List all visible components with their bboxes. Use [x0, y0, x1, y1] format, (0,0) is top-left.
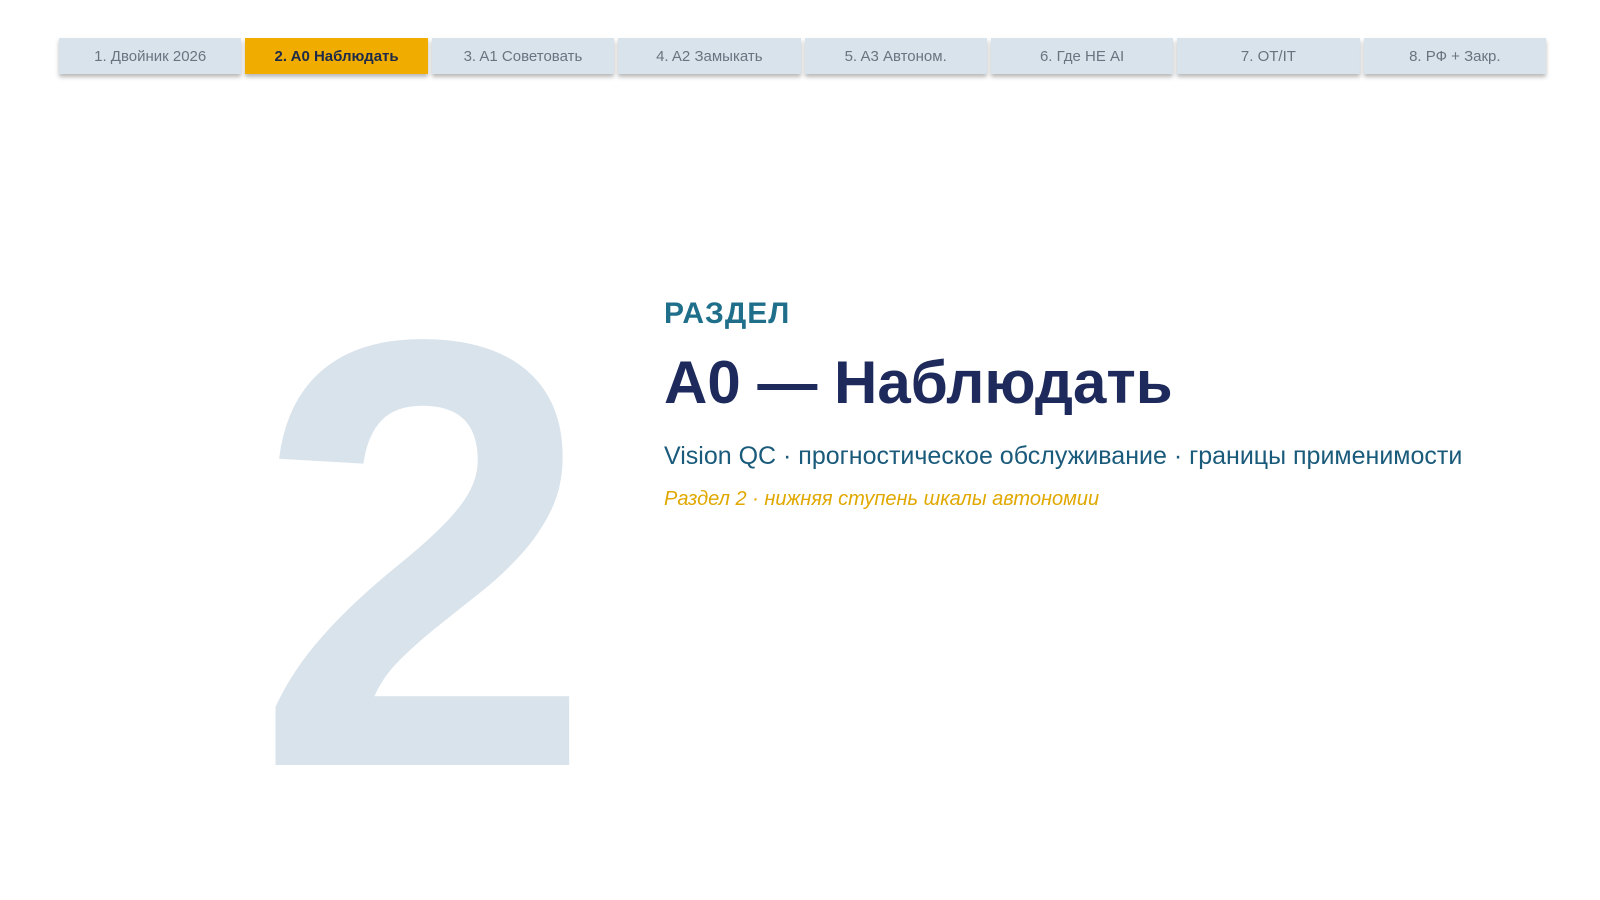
- section-tab-bar: 1. Двойник 2026 2. A0 Наблюдать 3. A1 Со…: [59, 38, 1546, 74]
- section-header: РАЗДЕЛ A0 — Наблюдать Vision QC · прогно…: [664, 296, 1564, 512]
- tab-section-6[interactable]: 6. Где НЕ AI: [990, 38, 1174, 74]
- section-number: 2: [254, 214, 594, 895]
- tab-section-5[interactable]: 5. A3 Автоном.: [804, 38, 987, 74]
- tab-section-2[interactable]: 2. A0 Наблюдать: [245, 38, 428, 74]
- tab-section-3[interactable]: 3. A1 Советовать: [431, 38, 615, 74]
- slide: 1. Двойник 2026 2. A0 Наблюдать 3. A1 Со…: [0, 0, 1600, 900]
- section-note: Раздел 2 · нижняя ступень шкалы автономи…: [664, 488, 1100, 510]
- section-kicker: РАЗДЕЛ: [664, 297, 791, 330]
- tab-section-1[interactable]: 1. Двойник 2026: [59, 38, 242, 74]
- tab-section-8[interactable]: 8. РФ + Закр.: [1363, 38, 1546, 74]
- tab-section-7[interactable]: 7. OT/IT: [1177, 38, 1360, 74]
- section-title: A0 — Наблюдать: [664, 349, 1173, 416]
- tab-section-4[interactable]: 4. A2 Замыкать: [618, 38, 801, 74]
- section-subtitle: Vision QC · прогностическое обслуживание…: [664, 442, 1463, 470]
